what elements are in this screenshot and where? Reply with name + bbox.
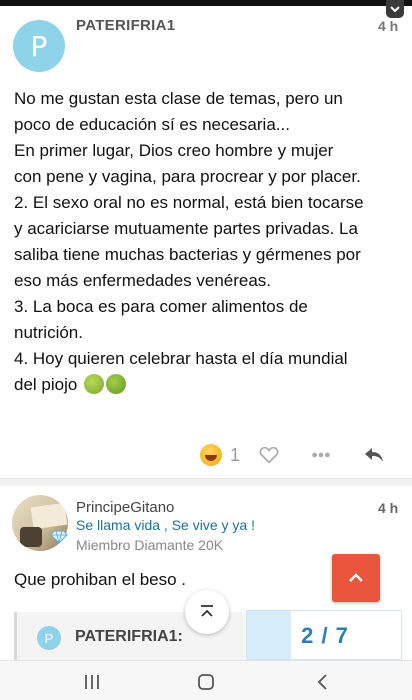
chevron-up-icon [349,573,363,582]
diamond-badge-icon [50,530,68,544]
reply-arrow-icon[interactable] [362,443,386,467]
member-rank: Miembro Diamante 20K [76,537,224,553]
recent-apps-icon[interactable] [81,671,103,693]
reaction-count: 1 [230,445,241,465]
laughing-emoji-icon[interactable] [200,444,222,466]
avatar[interactable]: P [13,20,65,72]
collapse-toggle[interactable] [386,0,404,18]
jump-to-top-button[interactable] [185,590,229,634]
post-body: Que prohiban el beso . [14,570,187,589]
post-line: saliba tiene muchas bacterias y gérmenes… [14,245,361,264]
more-dots-icon[interactable] [310,444,332,466]
heart-outline-icon[interactable] [258,444,280,466]
post-line: con pene y vagina, para procrear y por p… [14,167,361,186]
post-line: eso más enfermedades venéreas. [14,271,272,290]
post-body: No me gustan esta clase de temas, pero u… [14,86,406,398]
chevron-up-line-icon [201,605,213,617]
post-line: En primer lugar, Dios creo hombre y muje… [14,141,334,160]
user-subtitle: Se llama vida , Se vive y ya ! [76,517,255,533]
post-line: poco de educación sí es necesaria... [14,115,290,134]
post-line: y acariciarse mutuamente partes privadas… [14,219,358,238]
post-line: No me gustan esta clase de temas, pero u… [14,89,343,108]
page-label: 2 / 7 [301,623,349,648]
reaction-bar: 1 [0,438,412,472]
post-line: 4. Hoy quieren celebrar hasta el día mun… [14,349,348,368]
back-icon[interactable] [312,671,334,693]
scroll-up-button[interactable] [332,554,380,602]
quote-avatar: P [37,626,61,650]
username[interactable]: PrincipeGitano [76,499,174,516]
post-divider [0,478,412,486]
vomiting-emoji-icon [106,374,127,394]
post-line-last: del piojo [14,372,406,398]
chevron-down-icon [390,6,400,13]
nauseated-emoji-icon [84,374,105,394]
system-nav-bar [0,660,412,700]
status-bar [0,0,412,6]
post-line: nutrición. [14,323,83,342]
quote-author: PATERIFRIA1: [75,628,183,645]
timestamp: 4 h [378,18,399,34]
page-indicator[interactable]: 2 / 7 [246,610,402,660]
home-icon[interactable] [195,671,217,693]
timestamp: 4 h [378,500,399,516]
post-line: 2. El sexo oral no es normal, está bien … [14,193,364,212]
post-line: 3. La boca es para comer alimentos de [14,297,308,316]
post-line-text: del piojo [14,375,78,394]
username[interactable]: PATERIFRIA1 [76,17,175,34]
